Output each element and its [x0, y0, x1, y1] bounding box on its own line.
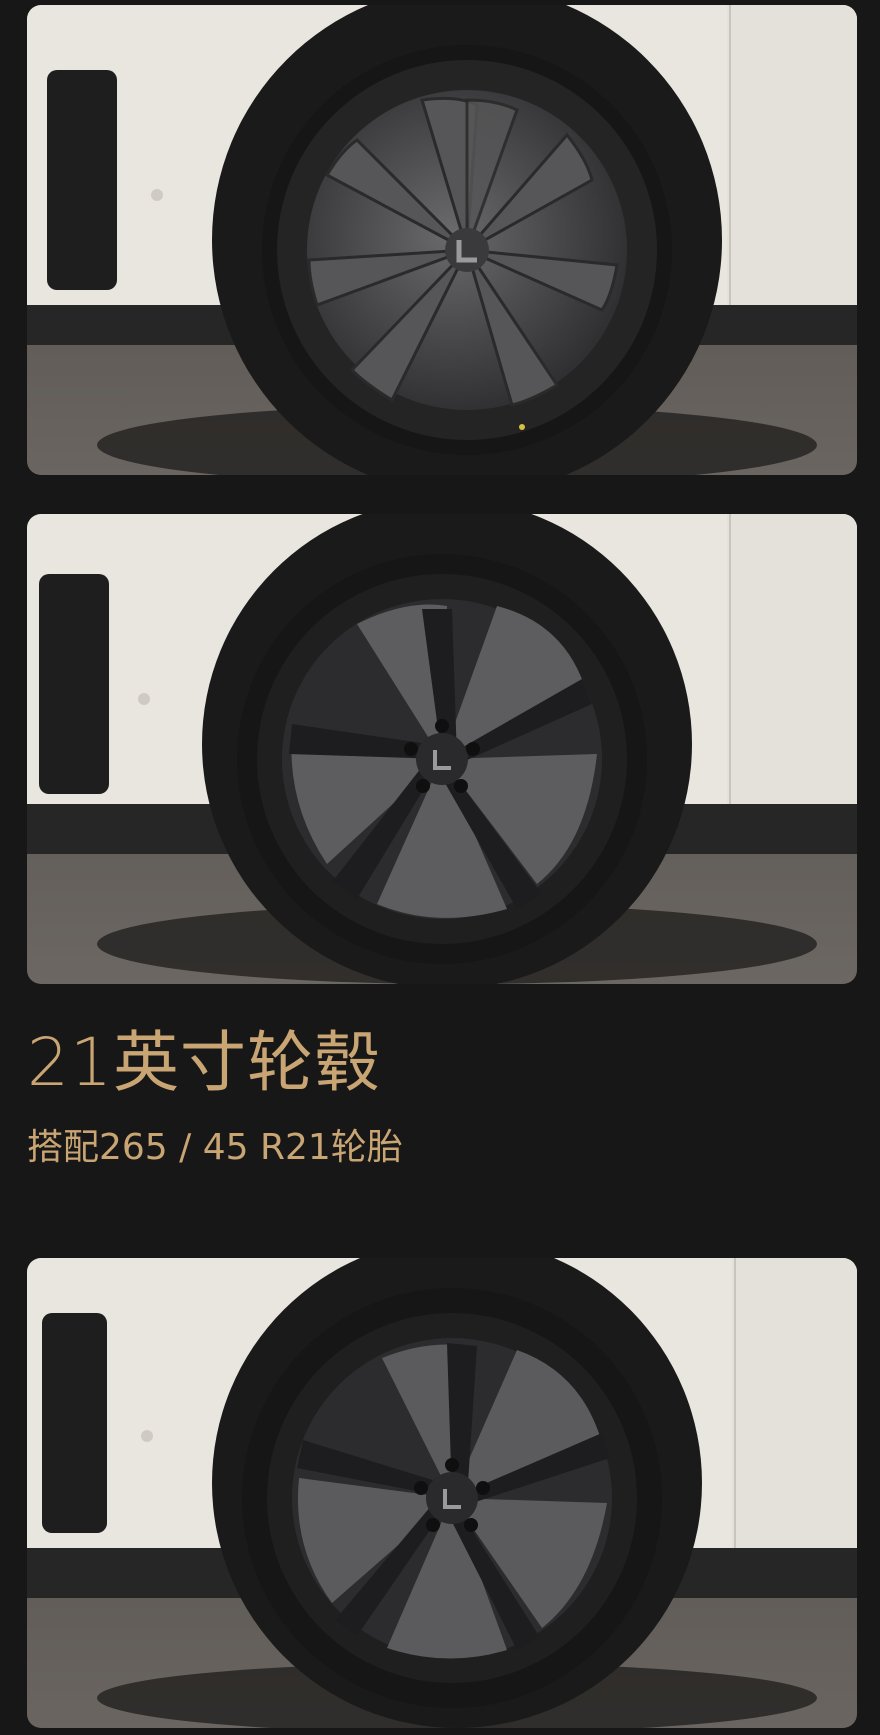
wheel-photo-aero	[27, 514, 857, 984]
wheel-photo-continental-image	[27, 1258, 857, 1728]
wheel-photo-aero-image	[27, 514, 857, 984]
section-title: 21英寸轮毂	[27, 1024, 381, 1101]
wheel-photo-turbine-image	[27, 5, 857, 475]
section-subtitle: 搭配265 / 45 R21轮胎	[27, 1127, 403, 1168]
wheel-photo-turbine	[27, 5, 857, 475]
wheel-photo-continental	[27, 1258, 857, 1728]
